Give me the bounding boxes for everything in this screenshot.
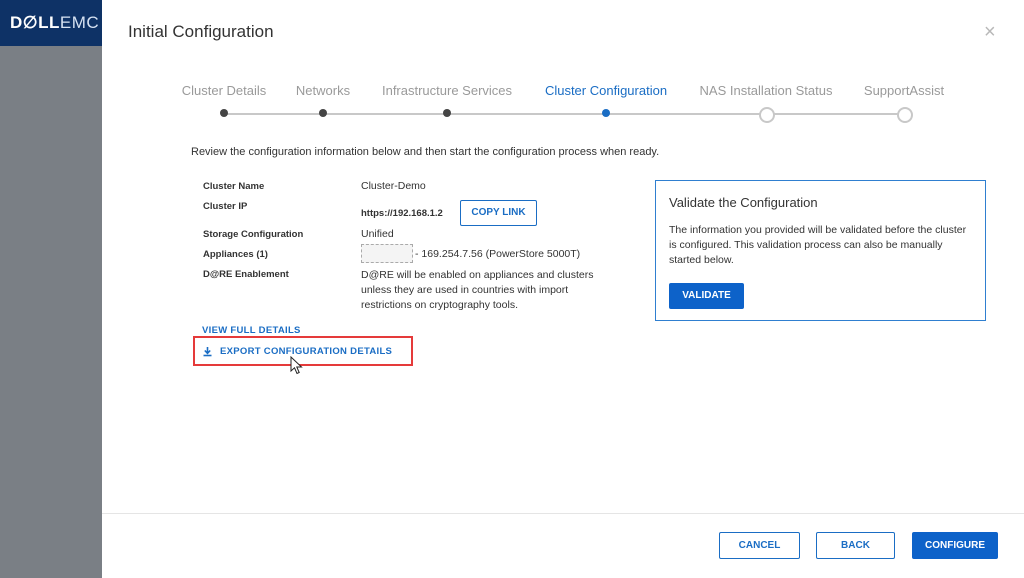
storage-configuration-label: Storage Configuration [203,229,304,240]
step-dot-done [443,109,451,117]
cluster-ip-label: Cluster IP [203,201,248,212]
configure-button[interactable]: CONFIGURE [912,532,998,559]
step-label-cluster-details[interactable]: Cluster Details [182,83,267,98]
appliance-name-placeholder [361,244,413,263]
download-icon [203,347,212,357]
storage-configuration-value: Unified [361,228,394,240]
close-icon[interactable]: × [984,22,996,42]
back-button[interactable]: BACK [816,532,895,559]
validate-card-title: Validate the Configuration [669,195,818,210]
copy-link-button[interactable]: COPY LINK [460,200,537,226]
background-sidebar [0,0,102,578]
logo-dell: D∅LL [10,13,60,32]
dell-emc-logo: D∅LLEMC [0,0,102,46]
step-dot-done [319,109,327,117]
validate-configuration-card: Validate the Configuration The informati… [655,180,986,321]
step-dot-active [602,109,610,117]
step-label-nas-installation-status: NAS Installation Status [699,83,833,98]
step-dot-pending [897,107,913,123]
cancel-button[interactable]: CANCEL [719,532,800,559]
dialog-title: Initial Configuration [128,22,274,41]
appliances-value: - 169.254.7.56 (PowerStore 5000T) [415,248,581,260]
step-label-supportassist: SupportAssist [863,83,945,98]
mouse-cursor-icon [290,356,303,375]
cluster-name-value: Cluster-Demo [361,180,426,192]
validate-button[interactable]: VALIDATE [669,283,744,309]
step-label-cluster-configuration[interactable]: Cluster Configuration [545,83,667,98]
dare-enablement-value: D@RE will be enabled on appliances and c… [361,269,594,311]
appliances-label: Appliances (1) [203,249,268,260]
initial-configuration-dialog: Initial Configuration × Cluster Details … [102,0,1024,578]
validate-card-body: The information you provided will be val… [669,224,967,266]
dare-enablement-label: D@RE Enablement [203,269,289,280]
cluster-name-label: Cluster Name [203,181,265,192]
step-dot-pending [759,107,775,123]
logo-emc: EMC [59,13,100,32]
export-label: EXPORT CONFIGURATION DETAILS [220,346,393,357]
cluster-ip-value: https://192.168.1.2 [361,208,443,219]
step-label-infrastructure-services[interactable]: Infrastructure Services [382,83,512,98]
step-dot-done [220,109,228,117]
step-label-networks[interactable]: Networks [296,83,350,98]
footer-divider [102,513,1024,514]
intro-text: Review the configuration information bel… [191,146,660,158]
view-full-details-link[interactable]: VIEW FULL DETAILS [202,325,301,336]
